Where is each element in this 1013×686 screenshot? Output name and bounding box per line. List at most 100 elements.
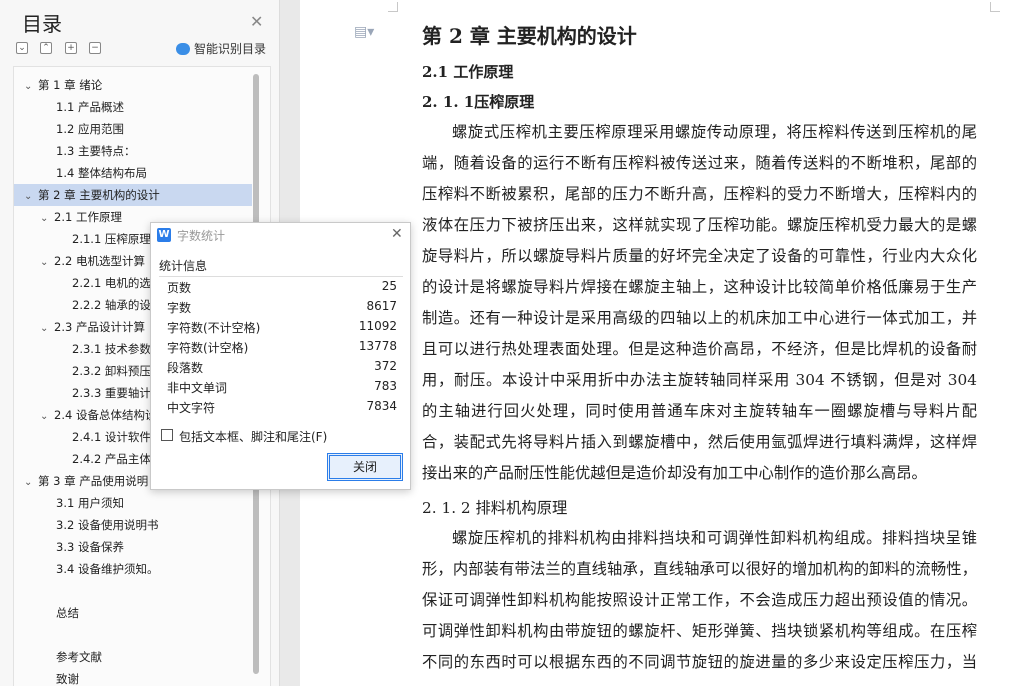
- word-count-dialog: W 字数统计 ✕ 统计信息 页数 25 字数 8617 字符数(不计空格) 11092 字符…: [150, 222, 411, 490]
- smart-recognize-label: 智能识别目录: [194, 42, 267, 56]
- stat-row: 段落数 372: [167, 359, 397, 379]
- toc-item-label: 第 1 章 绪论: [38, 78, 103, 92]
- toc-item[interactable]: 3.1 用户须知: [14, 492, 252, 514]
- subsection-title-2: 2. 1. 2 排料机构原理: [422, 499, 568, 517]
- text-line: 旋导料片，所以螺旋导料片质量的好坏完全决定了设备的可靠性，行业内大众化: [422, 247, 977, 265]
- toc-item[interactable]: ⌄ 第 2 章 主要机构的设计: [14, 184, 252, 206]
- text-line: 螺旋式压榨机主要压榨原理采用螺旋传动原理，将压榨料传送到压榨机的尾: [452, 123, 977, 141]
- text-line: 不同的东西时可以根据东西的不同调节旋钮的旋进量的多少来设定压榨压力，当: [422, 653, 977, 671]
- text-line: 端，随着设备的运行不断有压榨料被传送过来，随着传送料的不断堆积，尾部的: [422, 154, 977, 172]
- close-icon[interactable]: ✕: [391, 226, 403, 242]
- smart-recognize-button[interactable]: 智能识别目录: [176, 40, 266, 57]
- stat-value: 7834: [366, 399, 397, 413]
- toc-item-label: 1.4 整体结构布局: [56, 166, 147, 180]
- stat-label: 字符数(计空格): [167, 341, 249, 355]
- text-line: 合，装配式先将导料片插入到螺旋槽中，然后使用氩弧焊进行填料满焊，这样焊: [422, 433, 977, 451]
- stat-row: 字符数(计空格) 13778: [167, 339, 397, 359]
- stat-value: 11092: [358, 319, 397, 333]
- statistics-heading: 统计信息: [159, 259, 208, 273]
- toc-item[interactable]: 1.3 主要特点：: [14, 140, 252, 162]
- chevron-down-icon[interactable]: ⌄: [40, 318, 54, 338]
- toc-item-label: 1.1 产品概述: [56, 100, 124, 114]
- toc-item-label: 2.2.1 电机的选: [72, 276, 151, 290]
- toc-item[interactable]: 3.3 设备保养: [14, 536, 252, 558]
- remove-level-icon[interactable]: −: [89, 42, 101, 54]
- chevron-down-icon[interactable]: ⌄: [40, 208, 54, 228]
- chevron-down-icon[interactable]: ⌄: [24, 472, 38, 492]
- text-line: 的设计是将螺旋导料片焊接在螺旋主轴上，这种设计比较简单价格低廉易于生产: [422, 278, 977, 296]
- toc-item-label: 2.4.2 产品主体: [72, 452, 151, 466]
- text-line: 的主轴进行回火处理，同时使用普通车床对主旋转轴车一圈螺旋槽与导料片配: [422, 402, 977, 420]
- stat-label: 页数: [167, 281, 192, 295]
- toc-item-label: 致谢: [56, 672, 79, 686]
- toc-item-label: 第 2 章 主要机构的设计: [38, 188, 160, 202]
- toc-item-label: 3.1 用户须知: [56, 496, 124, 510]
- stat-value: 783: [374, 379, 397, 393]
- toc-item-label: 3.2 设备使用说明书: [56, 518, 159, 532]
- toc-item-label: 参考文献: [56, 650, 102, 664]
- stat-value: 25: [381, 279, 397, 293]
- toc-item-label: 2.3.3 重要轴计: [72, 386, 151, 400]
- stat-value: 8617: [366, 299, 397, 313]
- wps-logo-icon: W: [157, 228, 171, 242]
- toc-item-label: 2.2 电机选型计算: [54, 254, 145, 268]
- toc-item[interactable]: 总结: [14, 602, 252, 624]
- include-textbox-checkbox[interactable]: [161, 429, 173, 441]
- toc-item[interactable]: 致谢: [14, 668, 252, 686]
- stat-row: 中文字符 7834: [167, 399, 397, 419]
- text-line: 且可以进行热处理表面处理。但是这种造价高昂，不经济，但是比焊机的设备耐: [422, 340, 977, 358]
- toc-item[interactable]: 3.4 设备维护须知。: [14, 558, 252, 580]
- stat-label: 非中文单词: [167, 381, 228, 395]
- document-icon[interactable]: ▤▾: [354, 24, 374, 40]
- text-line: 接出来的产品耐压性能优越但是造价却没有加工中心制作的造价那么高昂。: [422, 464, 927, 482]
- stat-label: 字数: [167, 301, 192, 315]
- toc-item[interactable]: 1.2 应用范围: [14, 118, 252, 140]
- dialog-title: 字数统计: [177, 229, 226, 243]
- toc-item[interactable]: ⌄ 第 1 章 绪论: [14, 74, 252, 96]
- text-line: 螺旋压榨机的排料机构由排料挡块和可调弹性卸料机构组成。排料挡块呈锥: [452, 529, 977, 547]
- stat-row: 字数 8617: [167, 299, 397, 319]
- toc-item[interactable]: 参考文献: [14, 646, 252, 668]
- toc-item-label: 第 3 章 产品使用说明: [38, 474, 149, 488]
- text-line: 液体在压力下被挤压出来，这样就实现了压榨功能。螺旋压榨机受力最大的是螺: [422, 216, 977, 234]
- toc-item[interactable]: 3.2 设备使用说明书: [14, 514, 252, 536]
- stat-label: 字符数(不计空格): [167, 321, 261, 335]
- divider: [159, 276, 403, 277]
- toc-item[interactable]: 1.4 整体结构布局: [14, 162, 252, 184]
- text-line: 可调弹性卸料机构由带旋钮的螺旋杆、矩形弹簧、挡块锁紧机构等组成。在压榨: [422, 622, 977, 640]
- stat-row: 字符数(不计空格) 11092: [167, 319, 397, 339]
- toc-item-label: 2.1.1 压榨原理: [72, 232, 151, 246]
- chevron-down-icon[interactable]: ⌄: [24, 186, 38, 206]
- text-line: 制造。还有一种设计是采用高级的四轴以上的机床加工中心进行一体式加工，并: [422, 309, 977, 327]
- toc-item-label: 2.1 工作原理: [54, 210, 122, 224]
- add-level-icon[interactable]: +: [65, 42, 77, 54]
- collapse-all-icon[interactable]: ⌄: [16, 42, 28, 54]
- toc-item-label: 2.4 设备总体结构设: [54, 408, 157, 422]
- text-line: 保证可调弹性卸料机构能按照设计正常工作，不会造成压力超出预设值的情况。: [422, 591, 977, 609]
- chevron-down-icon[interactable]: ⌄: [24, 76, 38, 96]
- include-textbox-label[interactable]: 包括文本框、脚注和尾注(F): [179, 428, 327, 445]
- toc-item-label: 3.4 设备维护须知。: [56, 562, 159, 576]
- toc-item-label: 2.4.1 设计软件: [72, 430, 151, 444]
- close-icon[interactable]: ✕: [250, 12, 263, 31]
- toc-item[interactable]: 1.1 产品概述: [14, 96, 252, 118]
- close-button[interactable]: 关闭: [327, 453, 403, 481]
- dialog-titlebar[interactable]: W 字数统计 ✕: [151, 223, 410, 247]
- text-line: 形，内部装有带法兰的直线轴承，直线轴承可以很好的增加机构的卸料的流畅性，: [422, 560, 977, 578]
- stat-label: 段落数: [167, 361, 204, 375]
- toc-title: 目录: [22, 12, 62, 36]
- text-line: 用，耐压。本设计中采用折中办法主旋转轴同样采用 304 不锈钢，但是对 304: [422, 371, 977, 389]
- text-line: 压榨料不断被累积，尾部的压力不断升高，压榨料的受力不断增大，压榨料内的: [422, 185, 977, 203]
- toc-item-label: 2.3 产品设计计算: [54, 320, 145, 334]
- stat-row: 非中文单词 783: [167, 379, 397, 399]
- subsection-title: 2. 1. 1压榨原理: [422, 93, 535, 111]
- toc-item-label: 1.3 主要特点：: [56, 144, 136, 158]
- chevron-down-icon[interactable]: ⌄: [40, 252, 54, 272]
- section-title: 2.1 工作原理: [422, 63, 514, 81]
- chapter-title: 第 2 章 主要机构的设计: [422, 24, 637, 48]
- toc-item-label: 2.2.2 轴承的设: [72, 298, 151, 312]
- chevron-down-icon[interactable]: ⌄: [40, 406, 54, 426]
- toc-item-label: 总结: [56, 606, 79, 620]
- toc-item-label: 2.3.2 卸料预压: [72, 364, 151, 378]
- expand-all-icon[interactable]: ⌃: [40, 42, 52, 54]
